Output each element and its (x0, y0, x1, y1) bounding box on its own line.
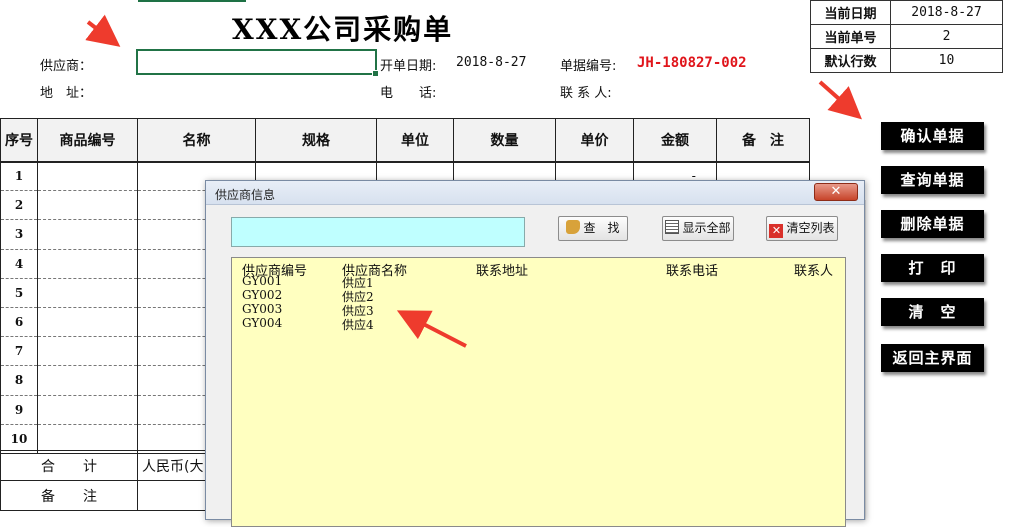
arrow-to-supplier-list (396, 310, 467, 348)
arrow-to-supplier-input (85, 14, 121, 47)
annotation-arrows (85, 14, 862, 348)
arrow-to-confirm-button (818, 80, 862, 120)
